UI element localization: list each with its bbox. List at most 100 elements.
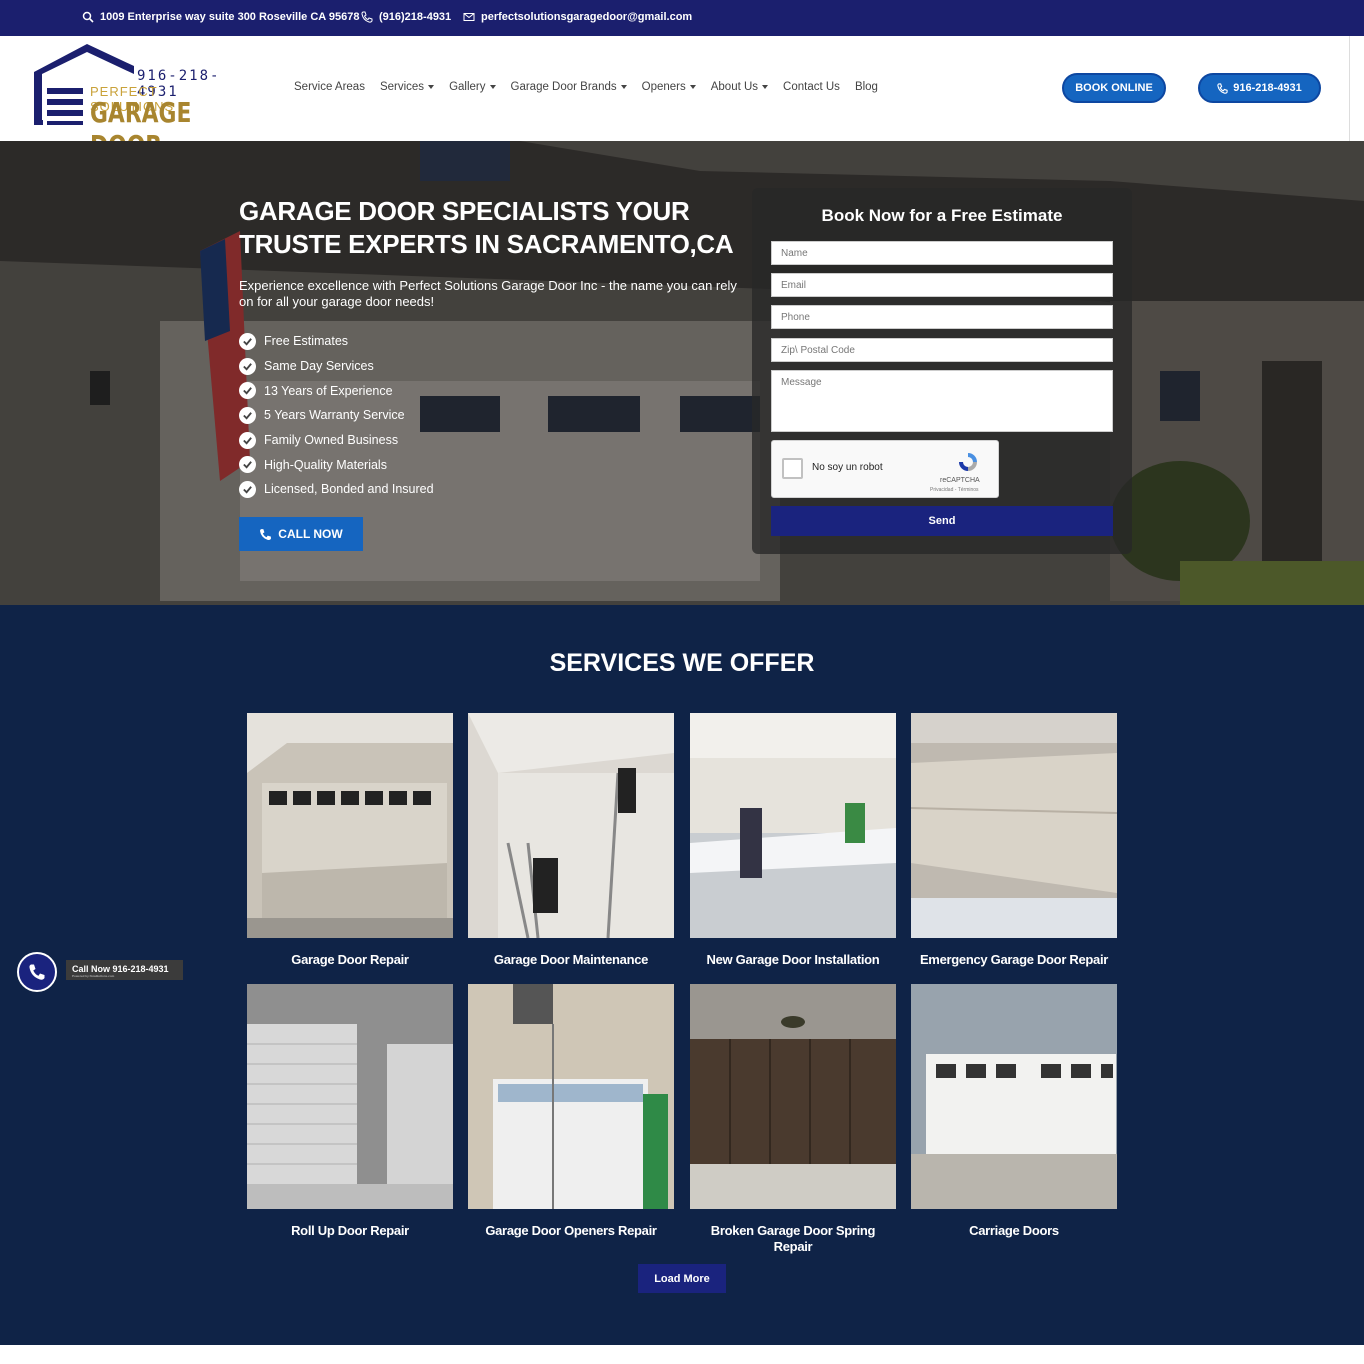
nav-item-garage-door-brands[interactable]: Garage Door Brands — [511, 81, 627, 93]
feature-item: Licensed, Bonded and Insured — [239, 477, 434, 502]
zip-field[interactable]: Zip\ Postal Code — [771, 338, 1113, 362]
address-text: 1009 Enterprise way suite 300 Roseville … — [100, 11, 360, 23]
check-circle-icon — [239, 456, 256, 474]
check-circle-icon — [239, 480, 256, 498]
feature-list: Free Estimates Same Day Services 13 Years … — [239, 329, 434, 502]
service-image — [247, 713, 453, 938]
phone-icon — [1217, 82, 1228, 94]
message-field[interactable]: Message — [771, 370, 1113, 432]
phone-volume-icon — [260, 528, 272, 540]
hero-section: GARAGE DOOR SPECIALISTS YOUR TRUSTE EXPE… — [0, 141, 1364, 605]
envelope-icon — [463, 13, 475, 21]
nav-item-openers[interactable]: Openers — [642, 81, 696, 93]
site-header: 916-218-4931 PERFECT SOLUTIONS GARAGE DO… — [0, 36, 1350, 162]
service-label: Emergency Garage Door Repair — [919, 952, 1109, 967]
nav-item-about-us[interactable]: About Us — [710, 81, 769, 93]
call-now-label: CALL NOW — [278, 527, 343, 541]
header-phone-label: 916-218-4931 — [1233, 82, 1302, 94]
service-label: Garage Door Repair — [291, 952, 409, 967]
service-card[interactable]: New Garage Door Installation — [690, 713, 896, 968]
caret-down-icon — [762, 85, 769, 89]
service-card[interactable]: Roll Up Door Repair — [247, 984, 453, 1239]
service-card[interactable]: Emergency Garage Door Repair — [910, 713, 1118, 968]
service-card[interactable]: Carriage Doors — [911, 984, 1117, 1239]
nav-item-label: Gallery — [449, 81, 486, 93]
nav-item-label: Openers — [641, 81, 686, 93]
feature-label: 13 Years of Experience — [264, 383, 393, 398]
feature-item: Family Owned Business — [239, 428, 434, 453]
email-item[interactable]: perfectsolutionsgaragedoor@gmail.com — [463, 11, 692, 23]
phone-icon — [29, 964, 45, 980]
nav-item-gallery[interactable]: Gallery — [449, 81, 496, 93]
nav-item-label: About Us — [710, 81, 759, 93]
service-image — [690, 713, 896, 938]
caret-down-icon — [489, 85, 496, 89]
feature-item: Same Day Services — [239, 354, 434, 379]
load-more-button[interactable]: Load More — [638, 1264, 726, 1293]
phone-item[interactable]: (916)218-4931 — [361, 11, 451, 23]
site-logo[interactable]: 916-218-4931 PERFECT SOLUTIONS GARAGE DO… — [32, 44, 242, 162]
check-circle-icon — [239, 357, 256, 375]
service-image — [247, 984, 453, 1209]
email-text: perfectsolutionsgaragedoor@gmail.com — [481, 11, 693, 23]
nav-item-contact-us[interactable]: Contact Us — [783, 81, 840, 93]
email-field[interactable]: Email — [771, 273, 1113, 297]
recaptcha-widget: No soy un robot reCAPTCHA Privacidad - T… — [771, 440, 999, 498]
nav-item-label: Blog — [854, 81, 878, 93]
service-image — [690, 984, 896, 1209]
feature-label: 5 Years Warranty Service — [264, 408, 405, 423]
nav-item-service-areas[interactable]: Service Areas — [294, 81, 365, 93]
feature-item: 5 Years Warranty Service — [239, 403, 434, 428]
recaptcha-icon — [959, 453, 977, 471]
service-card[interactable]: Garage Door Maintenance — [468, 713, 674, 968]
hero-title: GARAGE DOOR SPECIALISTS YOUR TRUSTE EXPE… — [239, 196, 734, 259]
service-image — [468, 984, 674, 1209]
feature-label: Free Estimates — [264, 334, 349, 349]
floating-call-text: Call Now 916-218-4931 — [72, 964, 169, 974]
feature-label: Licensed, Bonded and Insured — [264, 482, 434, 497]
send-button[interactable]: Send — [771, 506, 1113, 536]
check-circle-icon — [239, 431, 256, 449]
feature-label: Family Owned Business — [264, 433, 399, 448]
form-title: Book Now for a Free Estimate — [821, 206, 1063, 225]
recaptcha-brand: reCAPTCHA — [940, 477, 980, 484]
name-field[interactable]: Name — [771, 241, 1113, 265]
nav-item-label: Services — [379, 81, 425, 93]
phone-text: (916)218-4931 — [379, 11, 452, 23]
recaptcha-checkbox[interactable] — [782, 458, 803, 479]
call-now-button[interactable]: CALL NOW — [239, 517, 363, 551]
book-online-button[interactable]: BOOK ONLINE — [1062, 73, 1166, 103]
feature-label: Same Day Services — [264, 359, 374, 374]
feature-item: High-Quality Materials — [239, 452, 434, 477]
service-label: Broken Garage Door Spring Repair — [710, 1223, 876, 1254]
service-label: Carriage Doors — [969, 1223, 1059, 1238]
service-card[interactable]: Broken Garage Door Spring Repair — [690, 984, 896, 1255]
feature-item: 13 Years of Experience — [239, 378, 434, 403]
header-phone-button[interactable]: 916-218-4931 — [1198, 73, 1321, 103]
hero-subtitle: Experience excellence with Perfect Solut… — [239, 278, 737, 309]
service-image — [468, 713, 674, 939]
recaptcha-links[interactable]: Privacidad - Términos — [930, 487, 979, 493]
nav-item-blog[interactable]: Blog — [855, 81, 878, 93]
service-image — [911, 984, 1117, 1209]
check-circle-icon — [239, 382, 256, 400]
phone-field[interactable]: Phone — [771, 305, 1113, 329]
caret-down-icon — [428, 85, 435, 89]
service-label: Roll Up Door Repair — [291, 1223, 409, 1238]
nav-item-label: Service Areas — [294, 81, 365, 93]
estimate-form: Book Now for a Free Estimate Name Email … — [752, 188, 1132, 554]
service-card[interactable]: Garage Door Repair — [247, 713, 453, 968]
search-location-icon — [82, 11, 94, 23]
service-label: New Garage Door Installation — [706, 952, 880, 967]
services-title: SERVICES WE OFFER — [549, 649, 815, 677]
nav-item-services[interactable]: Services — [379, 81, 435, 93]
caret-down-icon — [689, 85, 696, 89]
service-label: Garage Door Openers Repair — [485, 1223, 657, 1238]
check-circle-icon — [239, 332, 256, 350]
service-label: Garage Door Maintenance — [493, 952, 649, 967]
service-card[interactable]: Garage Door Openers Repair — [468, 984, 674, 1239]
floating-call-label[interactable]: Call Now 916-218-4931 Powered by NowButt… — [66, 960, 183, 980]
floating-call-button[interactable] — [17, 952, 57, 992]
floating-call-powered: Powered by NowButtons.com — [72, 974, 115, 978]
address-item[interactable]: 1009 Enterprise way suite 300 Roseville … — [82, 11, 359, 23]
